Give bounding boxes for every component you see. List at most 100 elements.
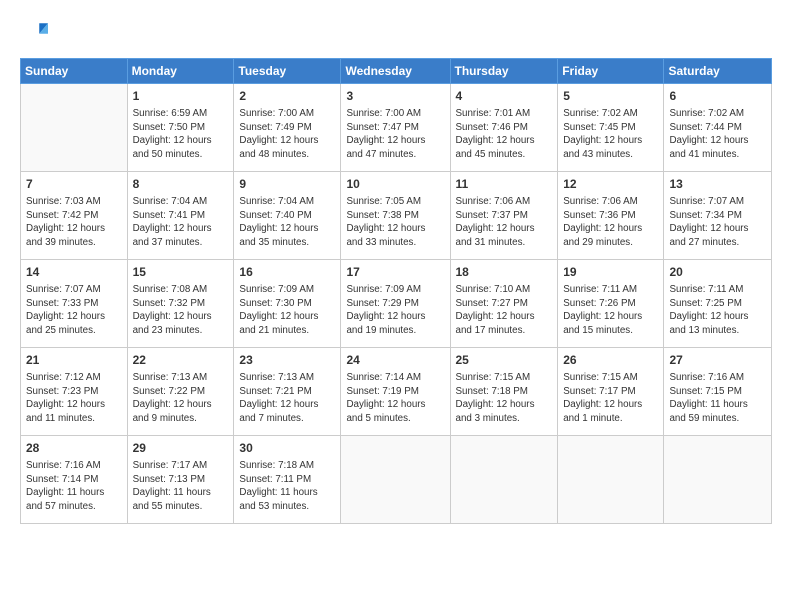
- day-info: Sunrise: 7:16 AM Sunset: 7:15 PM Dayligh…: [669, 371, 766, 426]
- day-number: 12: [563, 176, 658, 193]
- calendar-cell: 23 Sunrise: 7:13 AM Sunset: 7:21 PM Dayli…: [234, 348, 341, 436]
- calendar-cell: [21, 84, 128, 172]
- calendar-cell: 28 Sunrise: 7:16 AM Sunset: 7:14 PM Dayli…: [21, 436, 128, 524]
- calendar-table: SundayMondayTuesdayWednesdayThursdayFrid…: [20, 58, 772, 524]
- weekday-header: Tuesday: [234, 59, 341, 84]
- day-number: 11: [456, 176, 553, 193]
- day-info: Sunrise: 7:06 AM Sunset: 7:37 PM Dayligh…: [456, 195, 553, 250]
- calendar-cell: [664, 436, 772, 524]
- calendar-cell: 5 Sunrise: 7:02 AM Sunset: 7:45 PM Daylig…: [558, 84, 664, 172]
- calendar-week-row: 14 Sunrise: 7:07 AM Sunset: 7:33 PM Dayli…: [21, 260, 772, 348]
- calendar-cell: [341, 436, 450, 524]
- logo: [20, 18, 52, 46]
- day-info: Sunrise: 7:11 AM Sunset: 7:25 PM Dayligh…: [669, 283, 766, 338]
- day-info: Sunrise: 7:07 AM Sunset: 7:33 PM Dayligh…: [26, 283, 122, 338]
- day-number: 27: [669, 352, 766, 369]
- logo-icon: [20, 18, 48, 46]
- calendar-cell: 8 Sunrise: 7:04 AM Sunset: 7:41 PM Daylig…: [127, 172, 234, 260]
- day-info: Sunrise: 7:12 AM Sunset: 7:23 PM Dayligh…: [26, 371, 122, 426]
- calendar-cell: 22Sunrise: 7:13 AM Sunset: 7:22 PM Dayli…: [127, 348, 234, 436]
- calendar-cell: 7Sunrise: 7:03 AM Sunset: 7:42 PM Daylig…: [21, 172, 128, 260]
- day-number: 21: [26, 352, 122, 369]
- day-info: Sunrise: 7:03 AM Sunset: 7:42 PM Dayligh…: [26, 195, 122, 250]
- day-info: Sunrise: 7:00 AM Sunset: 7:49 PM Dayligh…: [239, 107, 335, 162]
- day-info: Sunrise: 7:02 AM Sunset: 7:44 PM Dayligh…: [669, 107, 766, 162]
- day-number: 19: [563, 264, 658, 281]
- calendar-cell: 20 Sunrise: 7:11 AM Sunset: 7:25 PM Dayli…: [664, 260, 772, 348]
- day-info: Sunrise: 7:00 AM Sunset: 7:47 PM Dayligh…: [346, 107, 444, 162]
- weekday-header: Sunday: [21, 59, 128, 84]
- calendar-cell: 13Sunrise: 7:07 AM Sunset: 7:34 PM Dayli…: [664, 172, 772, 260]
- calendar-cell: [450, 436, 558, 524]
- calendar-cell: 21 Sunrise: 7:12 AM Sunset: 7:23 PM Dayli…: [21, 348, 128, 436]
- day-number: 28: [26, 440, 122, 457]
- calendar-cell: 6 Sunrise: 7:02 AM Sunset: 7:44 PM Daylig…: [664, 84, 772, 172]
- calendar-cell: 17 Sunrise: 7:09 AM Sunset: 7:29 PM Dayli…: [341, 260, 450, 348]
- weekday-header: Thursday: [450, 59, 558, 84]
- day-number: 6: [669, 88, 766, 105]
- day-info: Sunrise: 7:17 AM Sunset: 7:13 PM Dayligh…: [133, 459, 229, 514]
- day-number: 3: [346, 88, 444, 105]
- calendar-cell: 26 Sunrise: 7:15 AM Sunset: 7:17 PM Dayli…: [558, 348, 664, 436]
- calendar-cell: 3 Sunrise: 7:00 AM Sunset: 7:47 PM Daylig…: [341, 84, 450, 172]
- day-info: Sunrise: 7:11 AM Sunset: 7:26 PM Dayligh…: [563, 283, 658, 338]
- calendar-cell: 25 Sunrise: 7:15 AM Sunset: 7:18 PM Dayli…: [450, 348, 558, 436]
- calendar-cell: [558, 436, 664, 524]
- day-number: 23: [239, 352, 335, 369]
- calendar-body: 1Sunrise: 6:59 AM Sunset: 7:50 PM Daylig…: [21, 84, 772, 524]
- weekday-header: Monday: [127, 59, 234, 84]
- day-info: Sunrise: 7:16 AM Sunset: 7:14 PM Dayligh…: [26, 459, 122, 514]
- calendar-cell: 2 Sunrise: 7:00 AM Sunset: 7:49 PM Daylig…: [234, 84, 341, 172]
- day-number: 17: [346, 264, 444, 281]
- day-number: 13: [669, 176, 766, 193]
- calendar-week-row: 1Sunrise: 6:59 AM Sunset: 7:50 PM Daylig…: [21, 84, 772, 172]
- day-number: 29: [133, 440, 229, 457]
- day-number: 30: [239, 440, 335, 457]
- calendar-cell: 4 Sunrise: 7:01 AM Sunset: 7:46 PM Daylig…: [450, 84, 558, 172]
- weekday-row: SundayMondayTuesdayWednesdayThursdayFrid…: [21, 59, 772, 84]
- calendar-cell: 14 Sunrise: 7:07 AM Sunset: 7:33 PM Dayli…: [21, 260, 128, 348]
- calendar-cell: 1Sunrise: 6:59 AM Sunset: 7:50 PM Daylig…: [127, 84, 234, 172]
- day-number: 25: [456, 352, 553, 369]
- calendar-cell: 12Sunrise: 7:06 AM Sunset: 7:36 PM Dayli…: [558, 172, 664, 260]
- calendar-cell: 19 Sunrise: 7:11 AM Sunset: 7:26 PM Dayli…: [558, 260, 664, 348]
- day-number: 14: [26, 264, 122, 281]
- day-info: Sunrise: 7:05 AM Sunset: 7:38 PM Dayligh…: [346, 195, 444, 250]
- calendar-cell: 16 Sunrise: 7:09 AM Sunset: 7:30 PM Dayli…: [234, 260, 341, 348]
- calendar-cell: 30 Sunrise: 7:18 AM Sunset: 7:11 PM Dayli…: [234, 436, 341, 524]
- day-number: 5: [563, 88, 658, 105]
- day-number: 15: [133, 264, 229, 281]
- calendar-header: SundayMondayTuesdayWednesdayThursdayFrid…: [21, 59, 772, 84]
- calendar-week-row: 7Sunrise: 7:03 AM Sunset: 7:42 PM Daylig…: [21, 172, 772, 260]
- day-info: Sunrise: 7:09 AM Sunset: 7:29 PM Dayligh…: [346, 283, 444, 338]
- day-info: Sunrise: 7:10 AM Sunset: 7:27 PM Dayligh…: [456, 283, 553, 338]
- day-number: 24: [346, 352, 444, 369]
- day-info: Sunrise: 6:59 AM Sunset: 7:50 PM Dayligh…: [133, 107, 229, 162]
- day-info: Sunrise: 7:13 AM Sunset: 7:22 PM Dayligh…: [133, 371, 229, 426]
- calendar-week-row: 21 Sunrise: 7:12 AM Sunset: 7:23 PM Dayli…: [21, 348, 772, 436]
- weekday-header: Wednesday: [341, 59, 450, 84]
- day-number: 8: [133, 176, 229, 193]
- day-info: Sunrise: 7:18 AM Sunset: 7:11 PM Dayligh…: [239, 459, 335, 514]
- day-info: Sunrise: 7:15 AM Sunset: 7:17 PM Dayligh…: [563, 371, 658, 426]
- page: SundayMondayTuesdayWednesdayThursdayFrid…: [0, 0, 792, 612]
- day-info: Sunrise: 7:14 AM Sunset: 7:19 PM Dayligh…: [346, 371, 444, 426]
- calendar-week-row: 28 Sunrise: 7:16 AM Sunset: 7:14 PM Dayli…: [21, 436, 772, 524]
- day-info: Sunrise: 7:13 AM Sunset: 7:21 PM Dayligh…: [239, 371, 335, 426]
- day-info: Sunrise: 7:01 AM Sunset: 7:46 PM Dayligh…: [456, 107, 553, 162]
- day-info: Sunrise: 7:15 AM Sunset: 7:18 PM Dayligh…: [456, 371, 553, 426]
- calendar-cell: 11 Sunrise: 7:06 AM Sunset: 7:37 PM Dayli…: [450, 172, 558, 260]
- calendar-cell: 9Sunrise: 7:04 AM Sunset: 7:40 PM Daylig…: [234, 172, 341, 260]
- day-number: 16: [239, 264, 335, 281]
- day-info: Sunrise: 7:09 AM Sunset: 7:30 PM Dayligh…: [239, 283, 335, 338]
- day-number: 26: [563, 352, 658, 369]
- day-info: Sunrise: 7:08 AM Sunset: 7:32 PM Dayligh…: [133, 283, 229, 338]
- day-info: Sunrise: 7:04 AM Sunset: 7:40 PM Dayligh…: [239, 195, 335, 250]
- day-info: Sunrise: 7:04 AM Sunset: 7:41 PM Dayligh…: [133, 195, 229, 250]
- day-number: 4: [456, 88, 553, 105]
- day-number: 2: [239, 88, 335, 105]
- calendar-cell: 18Sunrise: 7:10 AM Sunset: 7:27 PM Dayli…: [450, 260, 558, 348]
- day-info: Sunrise: 7:02 AM Sunset: 7:45 PM Dayligh…: [563, 107, 658, 162]
- calendar-cell: 27 Sunrise: 7:16 AM Sunset: 7:15 PM Dayli…: [664, 348, 772, 436]
- day-number: 20: [669, 264, 766, 281]
